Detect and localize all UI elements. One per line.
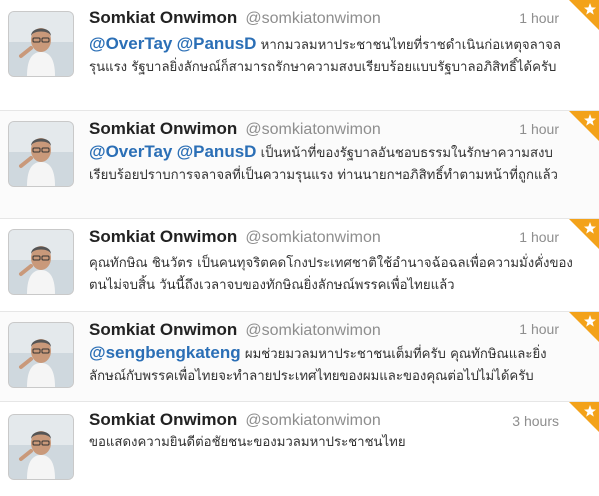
author-handle[interactable]: @somkiatonwimon [245, 121, 380, 138]
avatar[interactable] [9, 12, 73, 76]
author-name[interactable]: Somkiat Onwimon [89, 320, 237, 339]
tweet-text: @OverTay @PanusD เป็นหน้าที่ของรัฐบาลอัน… [89, 141, 579, 187]
tweet-text: @OverTay @PanusD หากมวลมหาประชาชนไทยที่ร… [89, 33, 579, 79]
tweet-time[interactable]: 3 hours [512, 413, 559, 429]
author-name[interactable]: Somkiat Onwimon [89, 8, 237, 27]
author-handle[interactable]: @somkiatonwimon [245, 322, 380, 339]
tweet-time[interactable]: 1 hour [519, 121, 559, 137]
tweet-time[interactable]: 1 hour [519, 321, 559, 337]
avatar[interactable] [9, 122, 73, 186]
tweet-time[interactable]: 1 hour [519, 10, 559, 26]
favorite-star-icon[interactable] [569, 402, 599, 432]
tweet-message: ขอแสดงความยินดีต่อชัยชนะของมวลมหาประชาชน… [89, 435, 406, 450]
tweet-timeline: Somkiat Onwimon @somkiatonwimon 1 hour @… [0, 0, 599, 496]
author-name[interactable]: Somkiat Onwimon [89, 410, 237, 429]
author-name[interactable]: Somkiat Onwimon [89, 119, 237, 138]
tweet-item[interactable]: Somkiat Onwimon @somkiatonwimon 3 hours … [0, 402, 599, 496]
tweet-time[interactable]: 1 hour [519, 229, 559, 245]
author-handle[interactable]: @somkiatonwimon [245, 229, 380, 246]
tweet-text: คุณทักษิณ ชินวัตร เป็นคนทุจริตคดโกงประเท… [89, 253, 579, 297]
avatar[interactable] [9, 323, 73, 387]
favorite-star-icon[interactable] [569, 0, 599, 30]
mention-link[interactable]: @PanusD [177, 34, 257, 53]
avatar[interactable] [9, 415, 73, 479]
favorite-star-icon[interactable] [569, 219, 599, 249]
mention-link[interactable]: @OverTay [89, 34, 172, 53]
author-name[interactable]: Somkiat Onwimon [89, 227, 237, 246]
mention-link[interactable]: @OverTay [89, 142, 172, 161]
tweet-text: @sengbengkateng ผมช่วยมวลมหาประชาชนเต็มท… [89, 342, 579, 388]
tweet-item[interactable]: Somkiat Onwimon @somkiatonwimon 1 hour @… [0, 111, 599, 219]
tweet-item[interactable]: Somkiat Onwimon @somkiatonwimon 1 hour ค… [0, 219, 599, 312]
tweet-message: คุณทักษิณ ชินวัตร เป็นคนทุจริตคดโกงประเท… [89, 256, 573, 293]
author-handle[interactable]: @somkiatonwimon [245, 412, 380, 429]
tweet-text: ขอแสดงความยินดีต่อชัยชนะของมวลมหาประชาชน… [89, 432, 579, 454]
avatar[interactable] [9, 230, 73, 294]
favorite-star-icon[interactable] [569, 312, 599, 342]
mention-link[interactable]: @sengbengkateng [89, 343, 241, 362]
author-handle[interactable]: @somkiatonwimon [245, 10, 380, 27]
tweet-item[interactable]: Somkiat Onwimon @somkiatonwimon 1 hour @… [0, 0, 599, 111]
favorite-star-icon[interactable] [569, 111, 599, 141]
mention-link[interactable]: @PanusD [177, 142, 257, 161]
tweet-item[interactable]: Somkiat Onwimon @somkiatonwimon 1 hour @… [0, 312, 599, 402]
